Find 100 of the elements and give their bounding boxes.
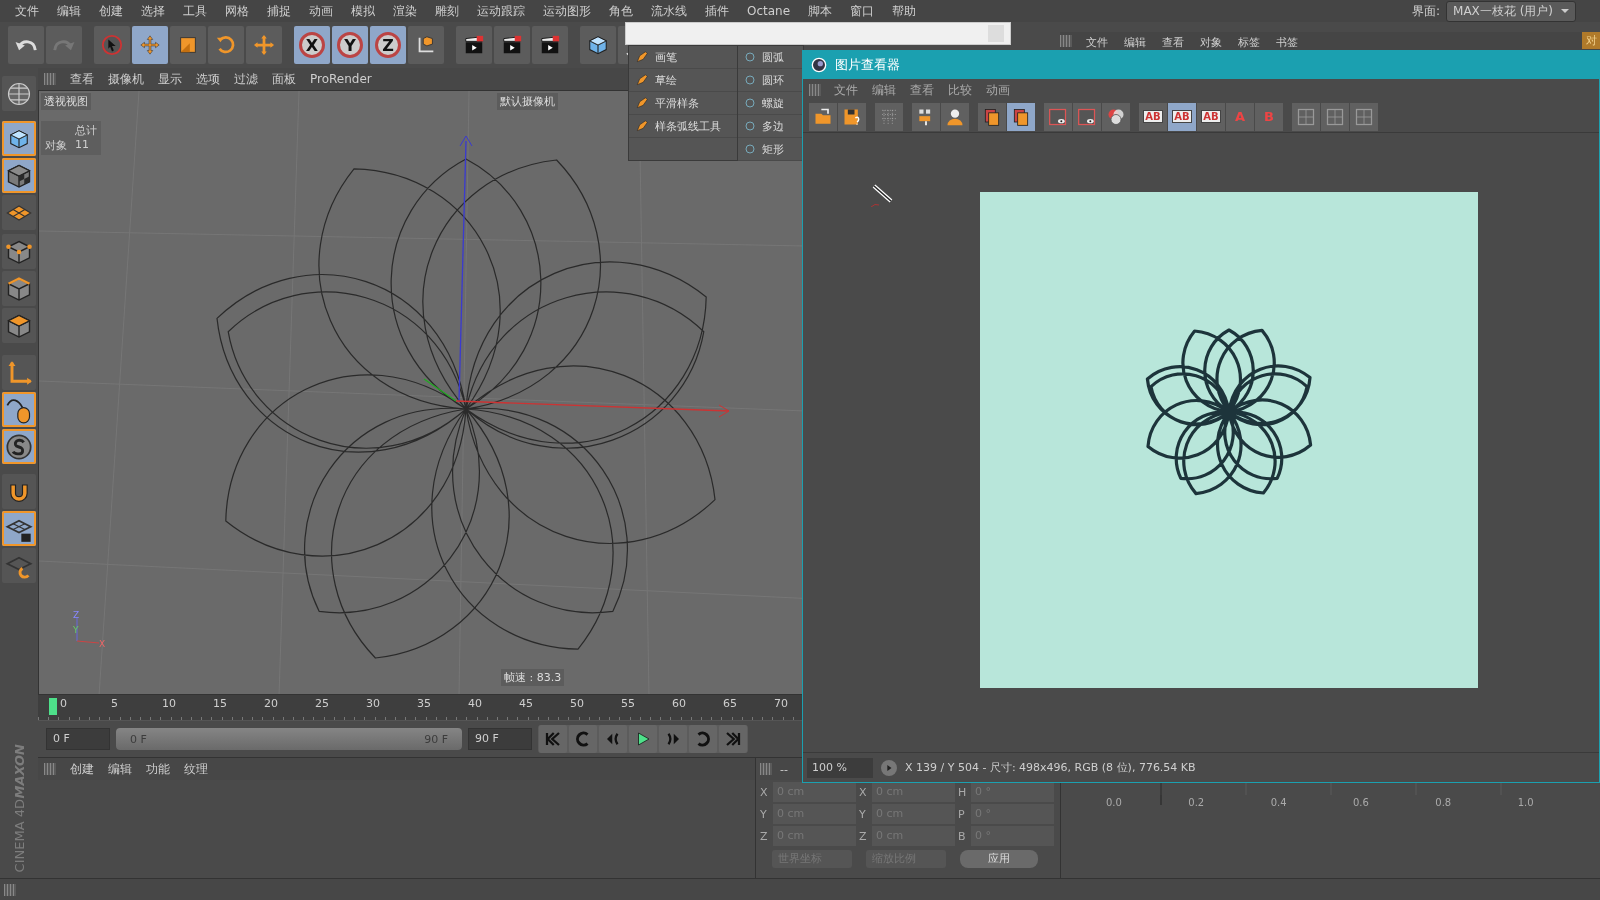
menu-item[interactable]: 书签 [1268, 35, 1306, 50]
menu-item[interactable]: 文件 [1078, 35, 1116, 50]
select-tool-button[interactable] [94, 26, 130, 64]
menu-item[interactable]: 编辑 [102, 760, 138, 778]
spline-tool-item[interactable]: 样条弧线工具 [629, 115, 737, 138]
menu-item[interactable]: 编辑 [1116, 35, 1154, 50]
menu-item[interactable]: 查看 [1154, 35, 1192, 50]
menu-item[interactable]: 运动图形 [534, 2, 600, 20]
gridrot-mode-button[interactable] [2, 548, 36, 583]
layout-dropdown[interactable]: MAX一枝花 (用户) [1446, 0, 1576, 22]
plane-mode-button[interactable] [2, 195, 36, 230]
layout-button[interactable] [1350, 102, 1378, 131]
menu-item[interactable]: 工具 [174, 2, 216, 20]
channels-button[interactable] [912, 102, 940, 131]
axis-lock-button[interactable]: Z [370, 26, 406, 64]
step-back-button[interactable] [599, 725, 627, 753]
menu-item[interactable]: 标签 [1230, 35, 1268, 50]
menu-item[interactable]: 流水线 [642, 2, 696, 20]
menu-item[interactable]: 文件 [6, 2, 48, 20]
menu-item[interactable]: 显示 [152, 70, 188, 88]
cube-tool-button[interactable] [580, 26, 616, 64]
menu-item[interactable]: 创建 [90, 2, 132, 20]
coords-tool-button[interactable] [408, 26, 444, 64]
menu-item[interactable]: 捕捉 [258, 2, 300, 20]
scale-square-icon [177, 34, 199, 56]
compare-mode-button[interactable]: AB [1168, 102, 1196, 131]
menu-item[interactable]: 渲染 [384, 2, 426, 20]
edges-mode-button[interactable] [2, 271, 36, 306]
spline-tool-item[interactable]: 草绘 [629, 69, 737, 92]
rotate-tool-button[interactable] [208, 26, 244, 64]
frame-tick-label: 20 [264, 696, 279, 710]
add-tool-button[interactable] [246, 26, 282, 64]
render-tool-button[interactable] [456, 26, 492, 64]
save-button[interactable] [838, 102, 866, 131]
menu-item[interactable]: 功能 [140, 760, 176, 778]
menu-item[interactable]: 窗口 [841, 2, 884, 20]
person-button[interactable] [941, 102, 969, 131]
menu-item[interactable]: Octane [738, 4, 800, 18]
menu-item[interactable]: 角色 [600, 2, 642, 20]
menu-item[interactable]: 编辑 [48, 2, 90, 20]
menu-item[interactable]: 面板 [266, 70, 302, 88]
axis-lock-button[interactable]: X [294, 26, 330, 64]
magnet-mode-button[interactable] [2, 474, 36, 509]
spline-tool-item[interactable]: 画笔 [629, 46, 737, 69]
start-frame-field[interactable]: 0 F [46, 728, 110, 750]
spline-tool-item[interactable]: 平滑样条 [629, 92, 737, 115]
menu-item[interactable]: 帮助 [883, 2, 926, 20]
lock-mode-button[interactable] [2, 511, 36, 546]
copy-button[interactable] [978, 102, 1006, 131]
checker-mode-button[interactable] [2, 158, 36, 193]
menu-item[interactable]: 雕刻 [426, 2, 468, 20]
menu-item[interactable]: 过滤 [228, 70, 264, 88]
frame-button[interactable] [1073, 102, 1101, 131]
menu-item[interactable]: 对象 [1192, 35, 1230, 50]
loop-back-button[interactable] [569, 725, 597, 753]
layout-button[interactable] [1292, 102, 1320, 131]
loop-forward-button[interactable] [689, 725, 717, 753]
menu-item[interactable]: 选项 [190, 70, 226, 88]
zoom-field[interactable]: 100 % [807, 757, 873, 778]
compare-mode-button[interactable]: AB [1197, 102, 1225, 131]
menu-item[interactable]: ProRender [304, 72, 378, 86]
menu-item[interactable]: 网格 [216, 2, 258, 20]
menu-item[interactable]: 选择 [132, 2, 174, 20]
menu-item[interactable]: 摄像机 [102, 70, 150, 88]
mouse-mode-button[interactable] [2, 392, 36, 427]
documents-icon [982, 106, 1002, 127]
render-tool-button[interactable] [532, 26, 568, 64]
render-tool-button[interactable] [494, 26, 530, 64]
compare-mode-button[interactable]: AB [1139, 102, 1167, 131]
globe-mode-button[interactable] [2, 76, 36, 111]
polygons-mode-button[interactable] [2, 308, 36, 343]
axis-mode-button[interactable] [2, 355, 36, 390]
filter-button[interactable] [875, 102, 903, 131]
layout-button[interactable] [1321, 102, 1349, 131]
menu-item[interactable]: 创建 [64, 760, 100, 778]
snap-mode-button[interactable] [2, 429, 36, 464]
frame-button[interactable] [1044, 102, 1072, 131]
zoom-menu-button[interactable] [881, 759, 897, 776]
play-button[interactable] [629, 725, 657, 753]
menu-item[interactable]: 运动跟踪 [468, 2, 534, 20]
end-frame-field[interactable]: 90 F [468, 728, 532, 750]
scale-tool-button[interactable] [170, 26, 206, 64]
circles-button[interactable] [1102, 102, 1130, 131]
menu-item[interactable]: 查看 [64, 70, 100, 88]
go-end-button[interactable] [719, 725, 747, 753]
points-mode-button[interactable] [2, 234, 36, 269]
menu-item[interactable]: 纹理 [178, 760, 214, 778]
apply-button[interactable]: 应用 [960, 850, 1038, 868]
step-forward-button[interactable] [659, 725, 687, 753]
copy-button[interactable] [1007, 102, 1035, 131]
menu-item[interactable]: 模拟 [342, 2, 384, 20]
menu-item[interactable]: 动画 [300, 2, 342, 20]
menu-item[interactable]: 插件 [696, 2, 738, 20]
undo-tool-button[interactable] [8, 26, 44, 64]
axis-lock-button[interactable]: Y [332, 26, 368, 64]
folder-button[interactable] [809, 102, 837, 131]
go-start-button[interactable] [539, 725, 567, 753]
cube-mode-button[interactable] [2, 121, 36, 156]
menu-item[interactable]: 脚本 [799, 2, 842, 20]
fps-label: 帧速 : 83.3 [501, 669, 565, 686]
